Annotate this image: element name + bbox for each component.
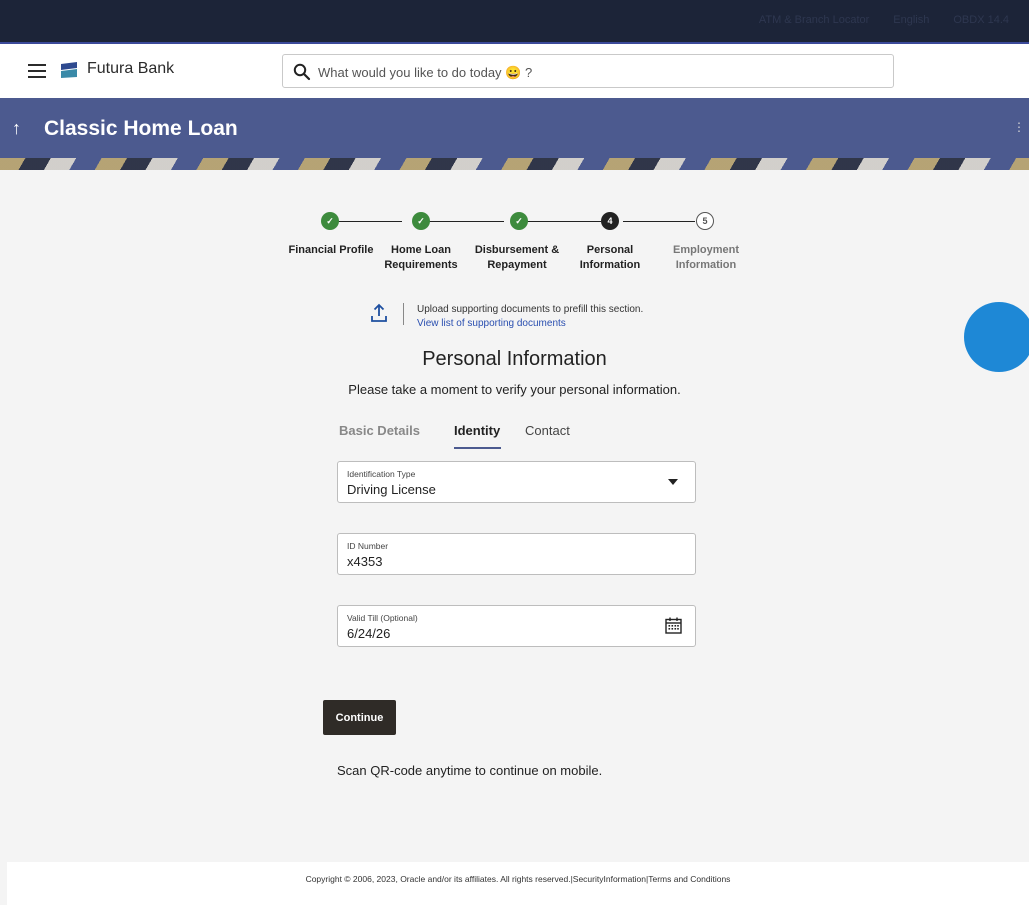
hamburger-menu-icon[interactable] [28,64,46,78]
kebab-menu-icon[interactable]: ⋮ [1013,120,1025,134]
upload-hint-text: Upload supporting documents to prefill t… [417,304,644,315]
stepper-connector [338,221,402,222]
step-4-label: Personal Information [579,244,641,271]
step-2-label: Home Loan Requirements [384,244,458,271]
identification-type-value: Driving License [347,482,436,497]
step-3-check-icon: ✓ [510,212,528,230]
page-title: Classic Home Loan [44,117,238,140]
banner-decoration [0,158,1029,170]
step-4-marker: 4 [601,212,619,230]
valid-till-label: Valid Till (Optional) [347,613,418,623]
calendar-icon[interactable] [665,617,682,634]
step-5-marker: 5 [696,212,714,230]
step-1-label: Financial Profile [288,244,374,256]
page-banner: ↑ Classic Home Loan ⋮ [0,98,1029,170]
search-icon [293,63,311,81]
valid-till-value: 6/24/26 [347,626,391,641]
supporting-documents-link[interactable]: View list of supporting documents [417,318,566,329]
identification-type-label: Identification Type [347,469,416,479]
step-5-label: Employment Information [672,244,739,271]
tab-contact[interactable]: Contact [525,423,570,438]
tab-identity[interactable]: Identity [454,423,500,438]
section-title: Personal Information [422,348,607,370]
dropdown-caret-icon[interactable] [668,479,678,485]
brand-name: Futura Bank [87,60,175,77]
id-number-label: ID Number [347,541,389,551]
qr-code-hint: Scan QR-code anytime to continue on mobi… [337,763,603,778]
futura-bank-logo-icon [61,62,77,78]
app-header: Futura Bank What would you like to do to… [0,44,1029,98]
search-placeholder: What would you like to do today 😀 ? [318,65,533,80]
id-number-field[interactable]: ID Number x4353 [337,533,696,575]
version-selector[interactable]: OBDX 14.4 [953,14,1009,26]
tab-basic-details[interactable]: Basic Details [339,423,420,438]
step-2-check-icon: ✓ [412,212,430,230]
language-selector[interactable]: English [893,14,929,26]
stepper-connector [527,221,601,222]
step-3-label: Disbursement & Repayment [474,244,560,271]
valid-till-field[interactable]: Valid Till (Optional) 6/24/26 [337,605,696,647]
upload-icon[interactable] [370,302,388,324]
page-footer: Copyright © 2006, 2023, Oracle and/or it… [7,862,1029,905]
continue-button[interactable]: Continue [323,700,396,735]
stepper-connector [429,221,504,222]
copyright-text: Copyright © 2006, 2023, Oracle and/or it… [305,874,731,884]
upload-divider [403,303,404,325]
back-arrow-icon[interactable]: ↑ [12,118,21,139]
section-subtitle: Please take a moment to verify your pers… [348,382,681,397]
active-tab-indicator [454,447,501,449]
id-number-value: x4353 [347,554,383,569]
search-input[interactable]: What would you like to do today 😀 ? [282,54,894,88]
step-1-check-icon: ✓ [321,212,339,230]
identification-type-select[interactable]: Identification Type Driving License [337,461,696,503]
atm-branch-locator-link[interactable]: ATM & Branch Locator [759,14,869,26]
top-utility-bar: ATM & Branch Locator English OBDX 14.4 [0,0,1029,44]
utility-links: ATM & Branch Locator English OBDX 14.4 [759,14,1009,26]
stepper-connector [623,221,695,222]
